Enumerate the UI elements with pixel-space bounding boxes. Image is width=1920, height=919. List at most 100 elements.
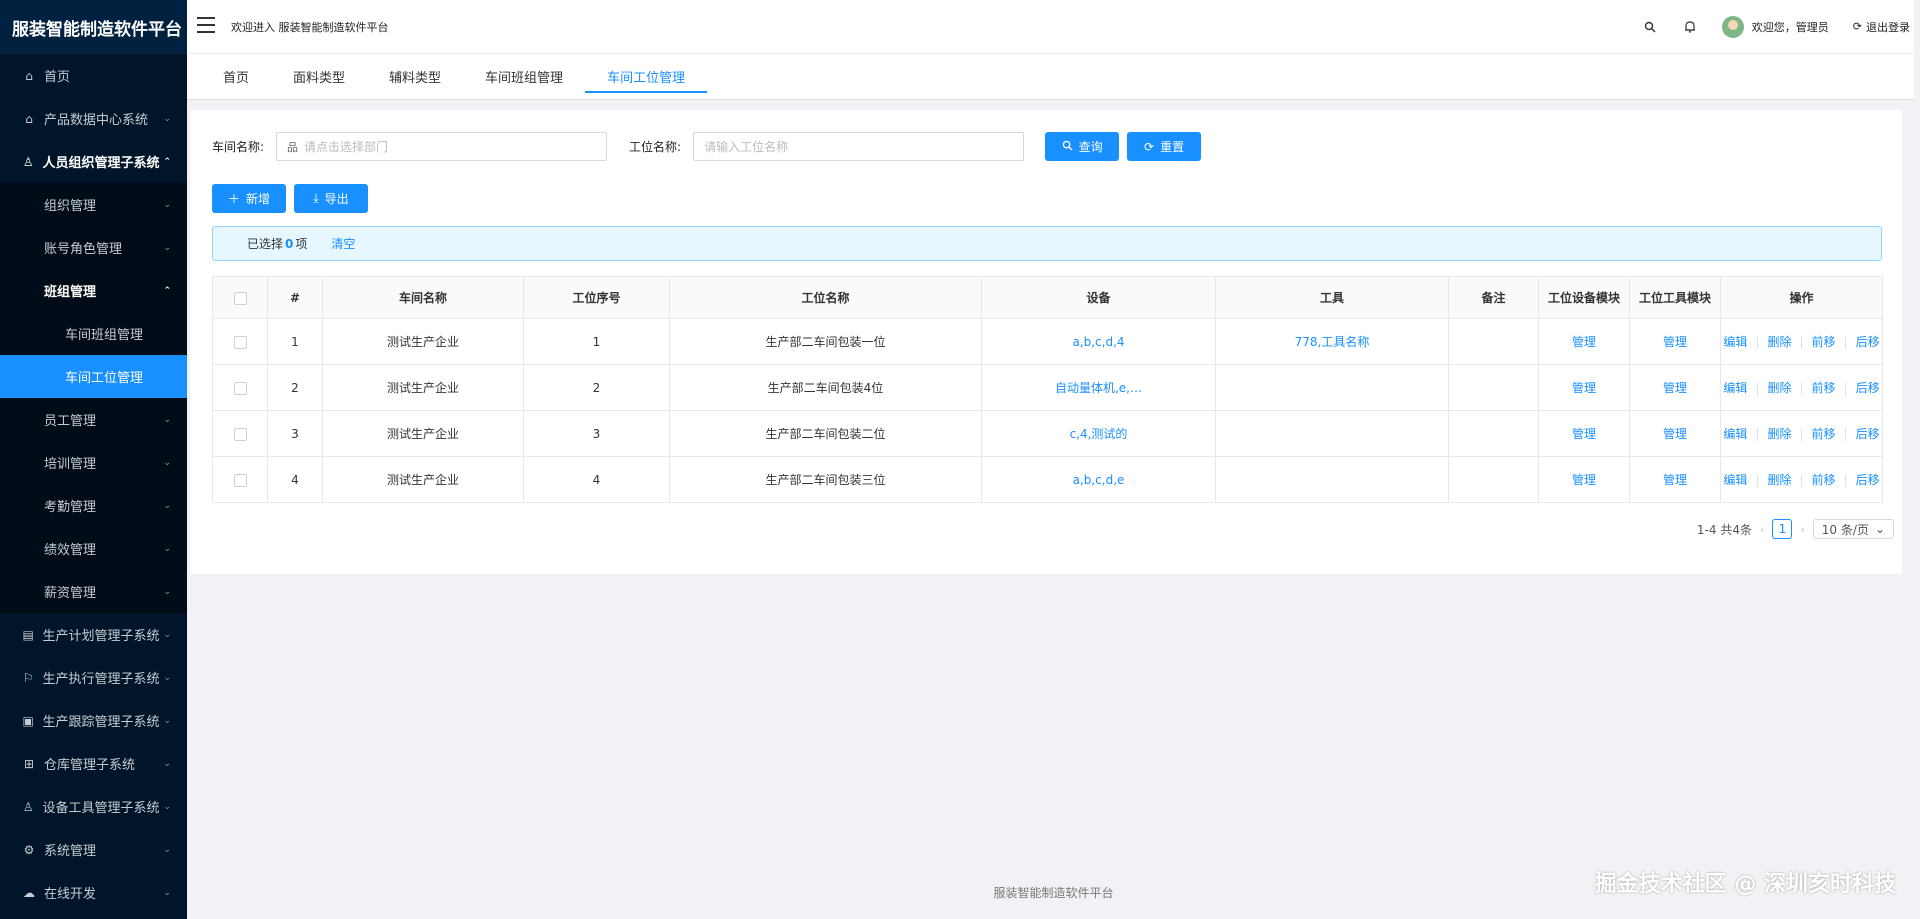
chevron-down-icon: ⌄ xyxy=(163,414,171,425)
row-equipment-link[interactable]: a,b,c,d,e xyxy=(1073,473,1125,487)
workshop-select[interactable]: 品 请点击选择部门 xyxy=(276,132,608,161)
sidebar-item-workshop-station[interactable]: 车间工位管理 xyxy=(0,355,187,398)
page-size-select[interactable]: 10 条/页 ⌄ xyxy=(1812,519,1894,539)
row-checkbox[interactable] xyxy=(233,473,247,487)
tab-home[interactable]: 首页 xyxy=(201,54,271,99)
sidebar-item-salary[interactable]: 薪资管理 ⌄ xyxy=(0,570,187,613)
track-icon: ▣ xyxy=(22,713,34,728)
manage-tool-link[interactable]: 管理 xyxy=(1663,427,1687,441)
sidebar-item-production-plan[interactable]: ▤ 生产计划管理子系统 ⌄ xyxy=(0,613,187,656)
prev-page-icon[interactable]: ‹ xyxy=(1760,523,1764,536)
station-name-input[interactable]: 请输入工位名称 xyxy=(693,132,1025,161)
row-station-name: 生产部二车间包装一位 xyxy=(669,318,982,365)
user-menu[interactable]: 欢迎您，管理员 xyxy=(1721,15,1829,38)
sidebar-item-online-dev[interactable]: ☁ 在线开发 ⌄ xyxy=(0,871,187,914)
menu-toggle-icon[interactable] xyxy=(197,16,215,33)
delete-link[interactable]: 删除 xyxy=(1767,333,1791,350)
reset-button[interactable]: ⟳ 重置 xyxy=(1127,132,1202,161)
page-scrollbar[interactable] xyxy=(1914,0,1920,919)
delete-link[interactable]: 删除 xyxy=(1767,379,1791,396)
row-equipment-link[interactable]: 自动量体机,e,… xyxy=(1055,381,1142,395)
tab-workshop-station[interactable]: 车间工位管理 xyxy=(585,54,708,99)
chevron-down-icon: ⌄ xyxy=(163,242,171,253)
tab-accessory-type[interactable]: 辅料类型 xyxy=(367,54,463,99)
manage-equipment-link[interactable]: 管理 xyxy=(1572,381,1596,395)
sidebar-item-equipment-tool[interactable]: ♙ 设备工具管理子系统 ⌄ xyxy=(0,785,187,828)
logout-button[interactable]: ⟳ 退出登录 xyxy=(1853,19,1910,35)
add-button[interactable]: ＋ 新增 xyxy=(212,184,286,213)
export-button[interactable]: ⤓ 导出 xyxy=(294,184,368,213)
row-no: 1 xyxy=(267,318,323,365)
move-down-link[interactable]: 后移 xyxy=(1856,333,1880,350)
header-actions: 欢迎您，管理员 ⟳ 退出登录 xyxy=(1642,15,1910,38)
manage-equipment-link[interactable]: 管理 xyxy=(1572,335,1596,349)
sidebar-item-home[interactable]: ⌂ 首页 xyxy=(0,54,187,97)
manage-equipment-link[interactable]: 管理 xyxy=(1572,473,1596,487)
chevron-down-icon: ⌄ xyxy=(163,500,171,511)
row-workshop: 测试生产企业 xyxy=(322,364,524,411)
move-up-link[interactable]: 前移 xyxy=(1812,471,1836,488)
sidebar-item-team-manage[interactable]: 班组管理 ⌃ xyxy=(0,269,187,312)
move-up-link[interactable]: 前移 xyxy=(1812,333,1836,350)
search-icon[interactable] xyxy=(1642,19,1658,35)
chevron-up-icon: ⌃ xyxy=(163,285,171,296)
select-all-checkbox[interactable] xyxy=(233,291,247,305)
submenu-hr-org: 组织管理 ⌄ 账号角色管理 ⌄ 班组管理 ⌃ 车间班组管理 车间工位管理 员工管… xyxy=(0,183,187,613)
bell-icon[interactable] xyxy=(1682,19,1698,35)
sidebar-item-org-manage[interactable]: 组织管理 ⌄ xyxy=(0,183,187,226)
row-tool-link[interactable]: 778,工具名称 xyxy=(1295,335,1370,349)
row-remark xyxy=(1448,364,1539,411)
edit-link[interactable]: 编辑 xyxy=(1723,379,1747,396)
tab-fabric-type[interactable]: 面料类型 xyxy=(271,54,367,99)
row-equipment-link[interactable]: a,b,c,d,4 xyxy=(1072,335,1124,349)
sidebar-item-attendance[interactable]: 考勤管理 ⌄ xyxy=(0,484,187,527)
move-down-link[interactable]: 后移 xyxy=(1856,379,1880,396)
manage-tool-link[interactable]: 管理 xyxy=(1663,473,1687,487)
col-header: 备注 xyxy=(1448,276,1539,319)
manage-tool-link[interactable]: 管理 xyxy=(1663,381,1687,395)
edit-link[interactable]: 编辑 xyxy=(1723,425,1747,442)
row-checkbox[interactable] xyxy=(233,427,247,441)
sidebar-item-account-role[interactable]: 账号角色管理 ⌄ xyxy=(0,226,187,269)
query-button[interactable]: 查询 xyxy=(1045,132,1120,161)
sidebar-item-performance[interactable]: 绩效管理 ⌄ xyxy=(0,527,187,570)
chevron-down-icon: ⌄ xyxy=(163,586,171,597)
move-down-link[interactable]: 后移 xyxy=(1856,425,1880,442)
manage-tool-link[interactable]: 管理 xyxy=(1663,335,1687,349)
chevron-down-icon: ⌄ xyxy=(163,629,171,640)
tool-icon: ♙ xyxy=(22,799,34,814)
sidebar-item-product-data[interactable]: ⌂ 产品数据中心系统 ⌄ xyxy=(0,97,187,140)
sidebar-item-employee[interactable]: 员工管理 ⌄ xyxy=(0,398,187,441)
sidebar-item-workshop-team[interactable]: 车间班组管理 xyxy=(0,312,187,355)
row-checkbox[interactable] xyxy=(233,381,247,395)
sidebar-item-hr-org[interactable]: ♙ 人员组织管理子系统 ⌃ xyxy=(0,140,187,183)
sidebar-item-system[interactable]: ⚙ 系统管理 ⌄ xyxy=(0,828,187,871)
tab-workshop-team[interactable]: 车间班组管理 xyxy=(463,54,585,99)
page-number[interactable]: 1 xyxy=(1772,519,1793,539)
station-table: # 车间名称 工位序号 工位名称 设备 工具 备注 工位设备模块 工位工具模块 … xyxy=(212,276,1883,503)
row-remark xyxy=(1448,456,1539,503)
clear-selection-link[interactable]: 清空 xyxy=(331,235,355,252)
move-down-link[interactable]: 后移 xyxy=(1856,471,1880,488)
row-checkbox[interactable] xyxy=(233,335,247,349)
sidebar-item-warehouse[interactable]: ⊞ 仓库管理子系统 ⌄ xyxy=(0,742,187,785)
sidebar-item-production-track[interactable]: ▣ 生产跟踪管理子系统 ⌄ xyxy=(0,699,187,742)
manage-equipment-link[interactable]: 管理 xyxy=(1572,427,1596,441)
edit-link[interactable]: 编辑 xyxy=(1723,471,1747,488)
edit-link[interactable]: 编辑 xyxy=(1723,333,1747,350)
col-header: # xyxy=(267,276,323,319)
user-greeting: 欢迎您，管理员 xyxy=(1751,20,1829,34)
sidebar-item-production-exec[interactable]: ⚐ 生产执行管理子系统 ⌄ xyxy=(0,656,187,699)
move-up-link[interactable]: 前移 xyxy=(1812,425,1836,442)
row-equipment-link[interactable]: c,4,测试的 xyxy=(1070,427,1128,441)
submenu-team: 车间班组管理 车间工位管理 xyxy=(0,312,187,398)
select-all-cell[interactable] xyxy=(212,276,268,319)
col-header: 设备 xyxy=(981,276,1216,319)
bank-icon: ⌂ xyxy=(25,111,33,126)
sidebar-item-training[interactable]: 培训管理 ⌄ xyxy=(0,441,187,484)
delete-link[interactable]: 删除 xyxy=(1767,471,1791,488)
next-page-icon[interactable]: › xyxy=(1800,523,1804,536)
delete-link[interactable]: 删除 xyxy=(1767,425,1791,442)
move-up-link[interactable]: 前移 xyxy=(1812,379,1836,396)
col-header: 工位工具模块 xyxy=(1629,276,1721,319)
